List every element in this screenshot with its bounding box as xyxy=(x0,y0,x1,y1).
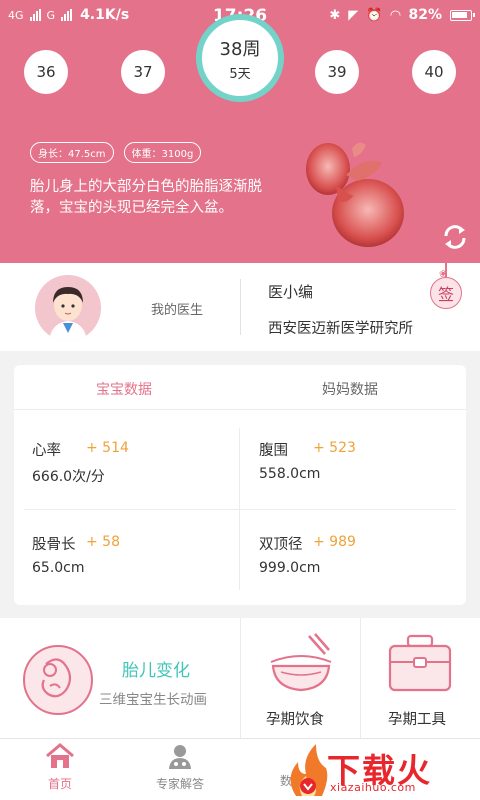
weight-badge: 体重：3100g xyxy=(123,142,202,163)
fetus-stats: 身长：47.5cm 体重：3100g xyxy=(30,142,202,163)
femur-label: 股骨长 xyxy=(32,537,76,553)
current-days: 5天 xyxy=(229,66,251,82)
doctor-panel[interactable]: 我的医生 医小编 西安医迈新医学研究所 ❀ 签 xyxy=(0,263,480,351)
week-description: 胎儿身上的大部分白色的胎脂逐渐脱落，宝宝的头现已经完全入盆。 xyxy=(30,179,262,216)
abdomen-delta: + 523 xyxy=(313,440,356,456)
watermark-url: xiazaihuo.com xyxy=(330,781,416,794)
refresh-icon[interactable] xyxy=(440,222,470,252)
home-icon xyxy=(46,743,74,768)
alarm-icon: ⏰ xyxy=(366,7,383,23)
toolbox-icon xyxy=(388,634,452,692)
current-week: 38周 xyxy=(219,38,261,60)
fetal-change-subtitle: 三维宝宝生长动画 xyxy=(99,692,207,708)
tab-mom-data[interactable]: 妈妈数据 xyxy=(322,379,378,399)
divider xyxy=(240,279,241,335)
pregnancy-diet-button[interactable]: 孕期饮食 xyxy=(240,618,360,738)
noodle-bowl-icon xyxy=(270,633,332,692)
doctor-name: 医小编 xyxy=(268,283,314,301)
heart-rate-value: 666.0次/分 xyxy=(32,469,105,485)
sign-label: 签 xyxy=(430,277,462,309)
current-week-indicator[interactable]: 38周 5天 xyxy=(196,14,284,102)
week-39-button[interactable]: 39 xyxy=(315,50,359,94)
battery-icon xyxy=(450,9,475,21)
tab-divider xyxy=(14,409,466,410)
battery-percent: 82% xyxy=(408,7,442,23)
wifi-icon: ◠ xyxy=(390,7,401,23)
fetal-change-button[interactable]: 胎儿变化 三维宝宝生长动画 xyxy=(0,618,240,738)
week-36-button[interactable]: 36 xyxy=(24,50,68,94)
my-doctor-label: 我的医生 xyxy=(151,303,204,318)
fetal-change-title: 胎儿变化 xyxy=(122,661,190,681)
pregnancy-tools-button[interactable]: 孕期工具 xyxy=(360,618,480,738)
feature-row: 胎儿变化 三维宝宝生长动画 孕期饮食 孕期工具 xyxy=(0,618,480,738)
pregnancy-diet-label: 孕期饮食 xyxy=(266,712,324,728)
data-card: 宝宝数据 妈妈数据 心率 + 514 666.0次/分 腹围 + 523 558… xyxy=(14,365,466,605)
doctor-organization: 西安医迈新医学研究所 xyxy=(268,321,413,337)
femur-delta: + 58 xyxy=(86,534,120,550)
heart-rate-label: 心率 xyxy=(32,443,61,459)
pregnancy-hero: 4G G 4.1K/s 17:26 ✱ ◤ ⏰ ◠ 82% 36 37 38周 … xyxy=(0,0,480,263)
nav-expert[interactable]: 专家解答 xyxy=(140,743,220,792)
fetus-illustration xyxy=(306,142,404,247)
nav-home-label: 首页 xyxy=(47,777,72,791)
height-badge: 身长：47.5cm xyxy=(30,142,114,163)
week-40-button[interactable]: 40 xyxy=(412,50,456,94)
mute-icon: ◤ xyxy=(348,7,359,23)
abdomen-value: 558.0cm xyxy=(259,466,321,482)
bpd-label: 双顶径 xyxy=(259,537,303,553)
femur-value: 65.0cm xyxy=(32,560,85,576)
pregnancy-tools-label: 孕期工具 xyxy=(388,712,446,728)
heart-rate-delta: + 514 xyxy=(86,440,129,456)
bpd-value: 999.0cm xyxy=(259,560,321,576)
fetus-outline-icon xyxy=(23,645,93,715)
sign-in-button[interactable]: ❀ 签 xyxy=(428,263,464,313)
week-37-button[interactable]: 37 xyxy=(121,50,165,94)
doctor-icon xyxy=(169,745,191,769)
doctor-avatar xyxy=(35,275,101,341)
cell-divider-horizontal xyxy=(24,509,456,510)
bluetooth-icon: ✱ xyxy=(329,7,341,23)
tab-baby-data[interactable]: 宝宝数据 xyxy=(96,379,152,399)
nav-expert-label: 专家解答 xyxy=(155,777,204,791)
nav-home[interactable]: 首页 xyxy=(20,743,100,792)
abdomen-label: 腹围 xyxy=(259,443,288,459)
bpd-delta: + 989 xyxy=(313,534,356,550)
